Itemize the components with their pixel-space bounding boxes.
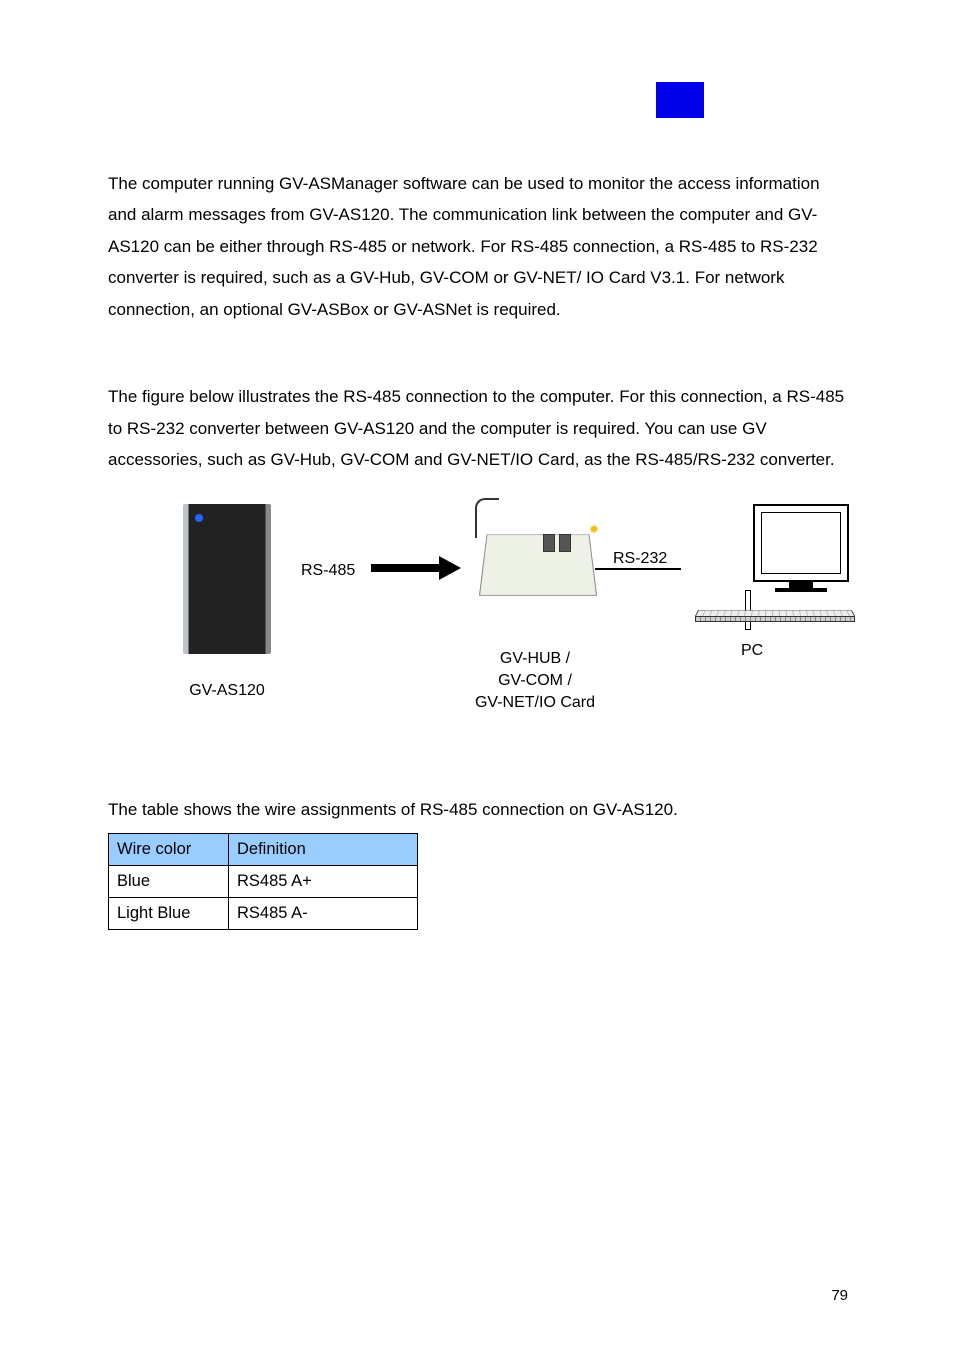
device-label: GV-AS120 bbox=[167, 676, 287, 706]
arrow-icon bbox=[371, 562, 461, 574]
rs485-label: RS-485 bbox=[301, 556, 355, 586]
hub-label-line1: GV-HUB / bbox=[427, 648, 643, 670]
hub-label: GV-HUB / GV-COM / GV-NET/IO Card bbox=[427, 648, 643, 715]
gv-as120-device-icon bbox=[183, 504, 271, 654]
cell-definition: RS485 A- bbox=[229, 898, 418, 930]
table-header-wire-color: Wire color bbox=[109, 833, 229, 865]
cell-definition: RS485 A+ bbox=[229, 866, 418, 898]
pc-icon bbox=[687, 504, 855, 644]
paragraph-intro: The computer running GV-ASManager softwa… bbox=[108, 168, 846, 325]
connection-diagram: GV-AS120 RS-485 GV-HUB / GV-COM / GV-NET… bbox=[127, 504, 827, 734]
paragraph-rs485-desc: The figure below illustrates the RS-485 … bbox=[108, 381, 846, 475]
cell-wire-color: Blue bbox=[109, 866, 229, 898]
table-row: Light Blue RS485 A- bbox=[109, 898, 418, 930]
page-number: 79 bbox=[831, 1282, 848, 1310]
rs232-line-icon bbox=[595, 568, 681, 570]
table-header-row: Wire color Definition bbox=[109, 833, 418, 865]
device-led-icon bbox=[195, 514, 203, 522]
pc-label: PC bbox=[741, 636, 763, 666]
wire-assignment-table: Wire color Definition Blue RS485 A+ Ligh… bbox=[108, 833, 418, 930]
hub-label-line3: GV-NET/IO Card bbox=[427, 692, 643, 714]
table-header-definition: Definition bbox=[229, 833, 418, 865]
table-row: Blue RS485 A+ bbox=[109, 866, 418, 898]
chapter-indicator-box bbox=[656, 82, 704, 118]
table-caption: The table shows the wire assignments of … bbox=[108, 794, 846, 825]
cell-wire-color: Light Blue bbox=[109, 898, 229, 930]
hub-label-line2: GV-COM / bbox=[427, 670, 643, 692]
converter-hub-icon bbox=[473, 504, 603, 624]
